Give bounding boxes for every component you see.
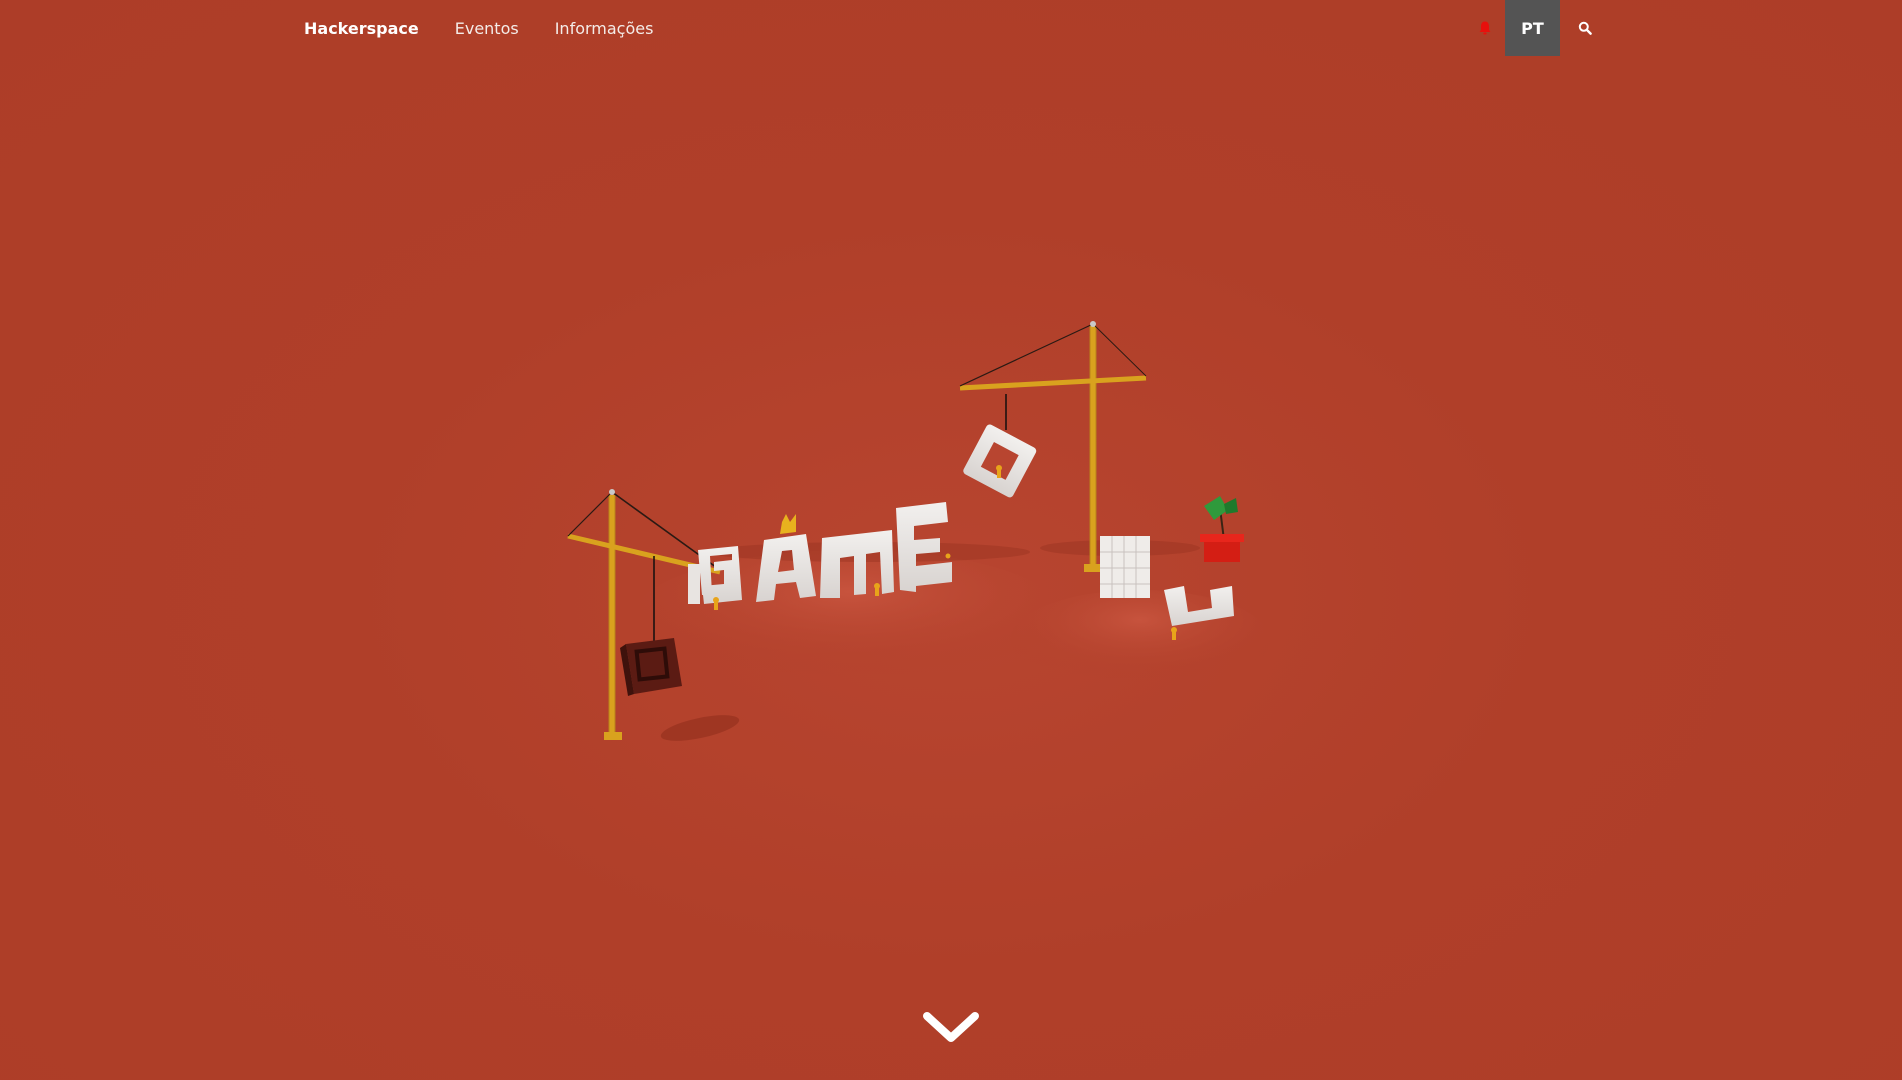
chevron-down-icon — [923, 1012, 979, 1042]
crate-shadow — [660, 715, 740, 741]
search-icon — [1578, 21, 1592, 35]
potted-plant — [1200, 496, 1244, 562]
bell-icon — [1479, 21, 1491, 35]
search-button[interactable] — [1560, 0, 1610, 56]
nav-right: PT — [1470, 0, 1610, 56]
scaffold-building — [1100, 536, 1150, 598]
letter-m — [820, 530, 894, 598]
page: Hackerspace Eventos Informações PT — [0, 0, 1902, 1080]
game-construction-illustration — [567, 321, 1270, 741]
nav-link-informacoes[interactable]: Informações — [555, 19, 654, 38]
notifications-button[interactable] — [1470, 0, 1500, 56]
hanging-block — [963, 424, 1037, 498]
top-navbar: Hackerspace Eventos Informações PT — [0, 0, 1902, 56]
nav-left: Hackerspace Eventos Informações — [304, 0, 689, 56]
language-button[interactable]: PT — [1505, 0, 1560, 56]
nav-link-eventos[interactable]: Eventos — [455, 19, 519, 38]
dark-crate — [620, 638, 682, 696]
brand-link[interactable]: Hackerspace — [304, 19, 419, 38]
scroll-down-button[interactable] — [921, 1008, 981, 1048]
